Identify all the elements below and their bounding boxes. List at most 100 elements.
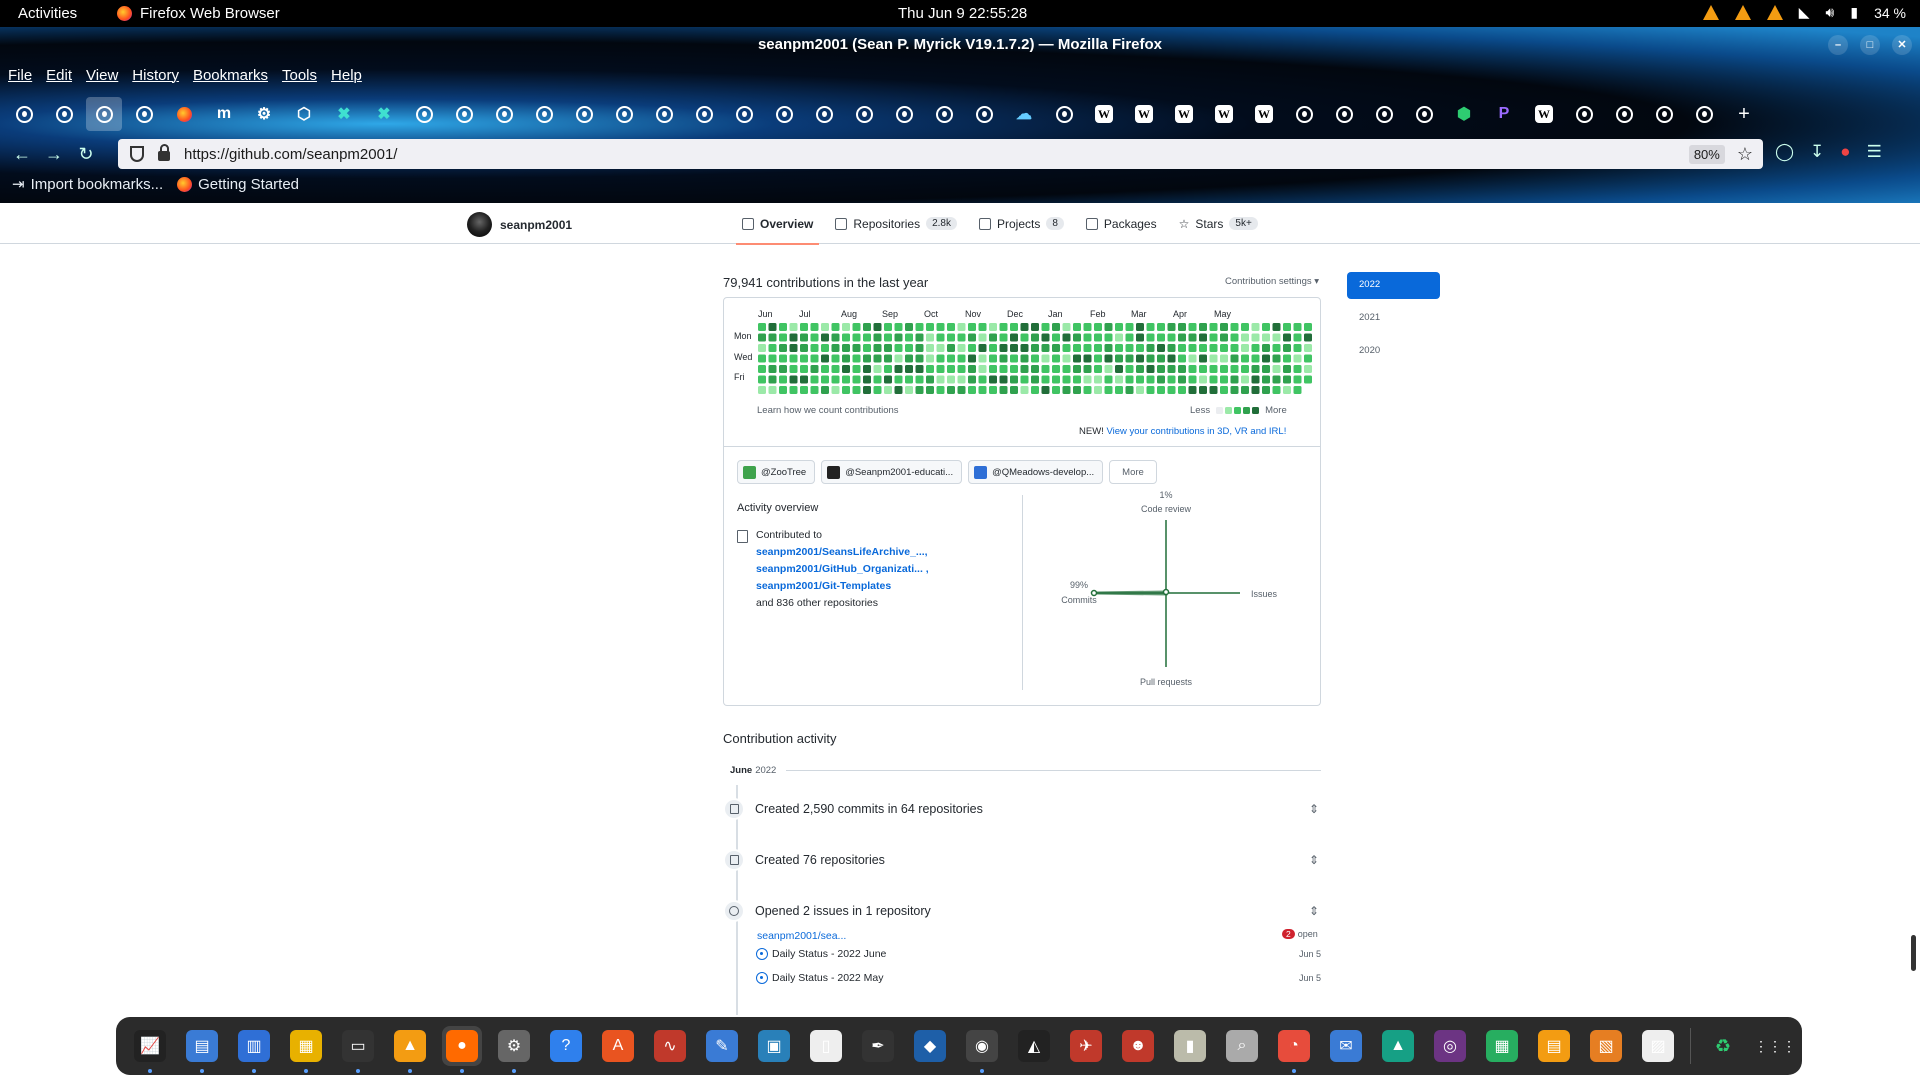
- writer-dock-icon[interactable]: ▥: [234, 1026, 274, 1073]
- tab-repositories[interactable]: Repositories 2.8k: [835, 203, 957, 244]
- github-tab-icon[interactable]: [526, 97, 562, 131]
- virtualbox-dock-icon[interactable]: ◆: [910, 1026, 950, 1066]
- activity-commits[interactable]: Created 2,590 commits in 64 repositories…: [723, 798, 1321, 820]
- archive-dock-icon[interactable]: ▮: [1170, 1026, 1210, 1066]
- github-tab-icon[interactable]: [926, 97, 962, 131]
- github-tab-icon[interactable]: [686, 97, 722, 131]
- org-seanpm2001-education[interactable]: @Seanpm2001-educati...: [821, 460, 963, 484]
- impress-dock-icon[interactable]: ▤: [1534, 1026, 1574, 1066]
- chrome-dock-icon[interactable]: ◔: [1274, 1026, 1314, 1073]
- github-tab-icon[interactable]: [6, 97, 42, 131]
- tab-packages[interactable]: Packages: [1085, 203, 1157, 244]
- issue-item[interactable]: Daily Status - 2022 June Jun 5: [756, 948, 1321, 960]
- year-2022[interactable]: 2022: [1347, 272, 1440, 299]
- back-button[interactable]: ←: [6, 144, 38, 165]
- present-dock-icon[interactable]: ▧: [1586, 1026, 1626, 1066]
- m-tab-icon[interactable]: m: [206, 97, 242, 131]
- calc-dock-icon[interactable]: ▦: [1482, 1026, 1522, 1066]
- github-tab-icon[interactable]: [1286, 97, 1322, 131]
- settings-dock-icon[interactable]: ⚙: [494, 1026, 534, 1073]
- close-window-button[interactable]: ✕: [1892, 35, 1912, 55]
- github-tab-icon[interactable]: [126, 97, 162, 131]
- pocket-icon[interactable]: ◯: [1775, 142, 1794, 162]
- github-tab-icon[interactable]: [486, 97, 522, 131]
- avatar[interactable]: [467, 212, 492, 237]
- fold-icon[interactable]: ⇕: [1309, 853, 1319, 867]
- inkscape-dock-icon[interactable]: ✒: [858, 1026, 898, 1066]
- x-tab-icon[interactable]: ✖: [326, 97, 362, 131]
- fold-icon[interactable]: ⇕: [1309, 802, 1319, 816]
- books-dock-icon[interactable]: ▲: [1378, 1026, 1418, 1066]
- files-dock-icon[interactable]: ▤: [182, 1026, 222, 1073]
- repo-link[interactable]: seanpm2001/SeansLifeArchive_...,: [737, 544, 929, 561]
- vlc-tray-icon[interactable]: [1766, 5, 1783, 20]
- scanner-dock-icon[interactable]: ⌕: [1222, 1026, 1262, 1066]
- org-zootree[interactable]: @ZooTree: [737, 460, 816, 484]
- github-tab-icon[interactable]: [86, 97, 122, 131]
- profile-user[interactable]: seanpm2001: [467, 212, 572, 237]
- menu-view[interactable]: View: [86, 67, 118, 84]
- shield-tab-icon[interactable]: ⬢: [1446, 97, 1482, 131]
- more-orgs-button[interactable]: More: [1109, 460, 1157, 484]
- menu-history[interactable]: History: [132, 67, 179, 84]
- github-tab-icon[interactable]: [566, 97, 602, 131]
- p-tab-icon[interactable]: P: [1486, 97, 1522, 131]
- github-tab-icon[interactable]: [1686, 97, 1722, 131]
- minimize-button[interactable]: –: [1828, 35, 1848, 55]
- system-monitor-dock-icon[interactable]: 📈: [130, 1026, 170, 1073]
- menu-file[interactable]: File: [8, 67, 32, 84]
- tab-projects[interactable]: Projects 8: [978, 203, 1064, 244]
- notes-dock-icon[interactable]: ✎: [702, 1026, 742, 1066]
- game-dock-icon[interactable]: ✈: [1066, 1026, 1106, 1066]
- github-tab-icon[interactable]: [1046, 97, 1082, 131]
- view-3d-link[interactable]: View your contributions in 3D, VR and IR…: [1106, 426, 1286, 437]
- chart-dock-icon[interactable]: ∿: [650, 1026, 690, 1066]
- cloud-tab-icon[interactable]: ☁: [1006, 97, 1042, 131]
- inkscape2-dock-icon[interactable]: ◭: [1014, 1026, 1054, 1066]
- bookmark-getting-started[interactable]: Getting Started: [177, 176, 299, 193]
- menu-tools[interactable]: Tools: [282, 67, 317, 84]
- help-dock-icon[interactable]: ?: [546, 1026, 586, 1066]
- github-tab-icon[interactable]: [966, 97, 1002, 131]
- firefox-tab-icon[interactable]: [166, 97, 202, 131]
- github-tab-icon[interactable]: [646, 97, 682, 131]
- github-tab-icon[interactable]: [1406, 97, 1442, 131]
- github-tab-icon[interactable]: [406, 97, 442, 131]
- tracking-protection-icon[interactable]: [130, 146, 144, 162]
- github-tab-icon[interactable]: [726, 97, 762, 131]
- github-tab-icon[interactable]: [1646, 97, 1682, 131]
- gear-tab-icon[interactable]: ⚙: [246, 97, 282, 131]
- year-2020[interactable]: 2020: [1347, 338, 1440, 365]
- gedit-dock-icon[interactable]: ▦: [286, 1026, 326, 1073]
- github-tab-icon[interactable]: [606, 97, 642, 131]
- github-tab-icon[interactable]: [1326, 97, 1362, 131]
- w-tab-icon[interactable]: W: [1175, 105, 1193, 123]
- bookmark-import[interactable]: ⇥ Import bookmarks...: [12, 175, 163, 194]
- bookmark-star-icon[interactable]: ☆: [1737, 144, 1753, 165]
- vlc-tray-icon[interactable]: [1734, 5, 1751, 20]
- year-2021[interactable]: 2021: [1347, 305, 1440, 332]
- url-text[interactable]: https://github.com/seanpm2001/: [184, 146, 1689, 163]
- mario-dock-icon[interactable]: ☻: [1118, 1026, 1158, 1066]
- vlc-dock-icon[interactable]: ▲: [390, 1026, 430, 1073]
- new-tab-button[interactable]: +: [1726, 97, 1762, 131]
- w-tab-icon[interactable]: W: [1095, 105, 1113, 123]
- firefox-dock-icon[interactable]: ●: [442, 1026, 482, 1073]
- obs-dock-icon[interactable]: ◎: [1430, 1026, 1470, 1066]
- x-tab-icon[interactable]: ✖: [366, 97, 402, 131]
- scrollbar-thumb[interactable]: [1911, 935, 1916, 971]
- repo-link[interactable]: seanpm2001/GitHub_Organizati... ,: [737, 561, 929, 578]
- learn-contributions-link[interactable]: Learn how we count contributions: [757, 405, 899, 416]
- show-apps-grid-icon[interactable]: ⋮⋮⋮: [1754, 1026, 1796, 1066]
- github-tab-icon[interactable]: [446, 97, 482, 131]
- menu-bookmarks[interactable]: Bookmarks: [193, 67, 268, 84]
- fold-icon[interactable]: ⇕: [1309, 904, 1319, 918]
- clock[interactable]: Thu Jun 9 22:55:28: [898, 5, 1027, 22]
- activities-button[interactable]: Activities: [18, 5, 77, 22]
- contribution-settings-dropdown[interactable]: Contribution settings ▾: [1225, 276, 1319, 287]
- download-icon[interactable]: ↧: [1810, 142, 1824, 162]
- contribution-grid[interactable]: [758, 323, 1318, 399]
- github-tab-icon[interactable]: [1606, 97, 1642, 131]
- github-tab-icon[interactable]: [1566, 97, 1602, 131]
- menu-edit[interactable]: Edit: [46, 67, 72, 84]
